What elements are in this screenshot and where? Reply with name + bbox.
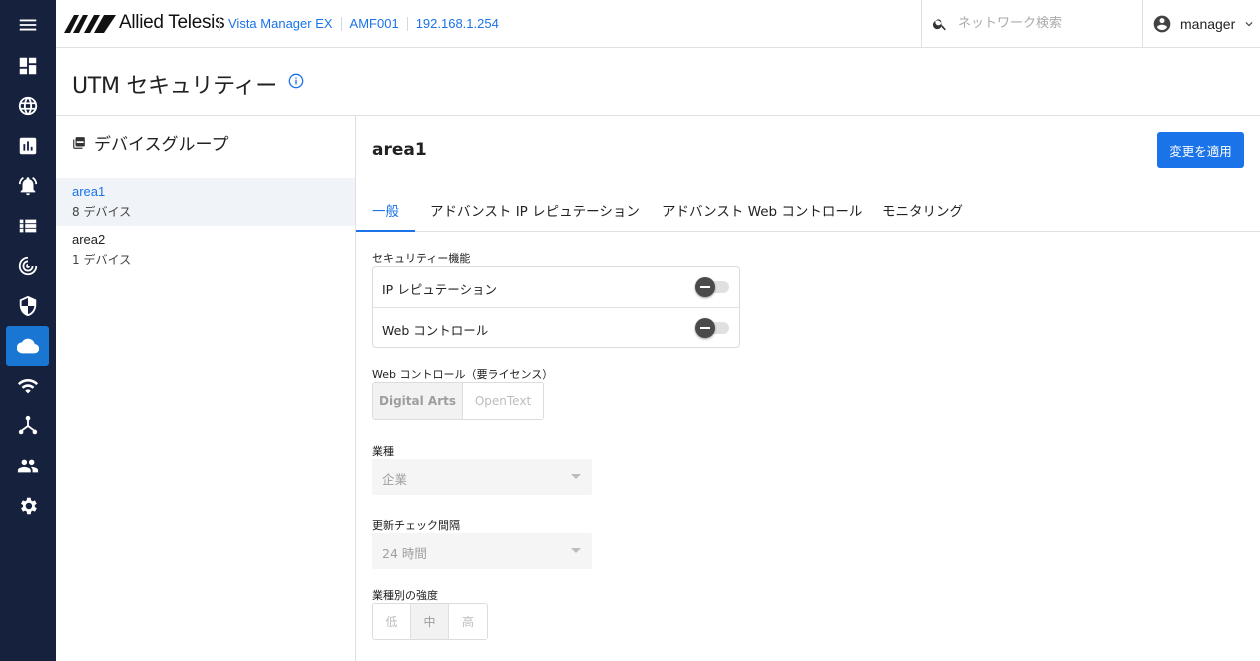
tab-general[interactable]: 一般 — [356, 190, 415, 232]
industry-strength-label: 業種別の強度 — [372, 589, 438, 602]
device-group-header: デバイスグループ — [72, 130, 228, 155]
strength-low[interactable]: 低 — [373, 604, 411, 639]
user-name: manager — [1180, 15, 1236, 32]
option-opentext[interactable]: OpenText — [463, 383, 543, 419]
apply-changes-button[interactable]: 変更を適用 — [1157, 132, 1244, 168]
topology-icon[interactable] — [6, 406, 49, 446]
globe-icon[interactable] — [6, 86, 49, 126]
tab-bar: 一般 アドバンスト IP レピュテーション アドバンスト Web コントロール … — [356, 190, 1260, 232]
security-features-box: IP レピュテーション Web コントロール — [372, 266, 740, 348]
dropdown-caret-icon — [571, 548, 581, 553]
strength-high[interactable]: 高 — [449, 604, 487, 639]
wifi-icon[interactable] — [6, 366, 49, 406]
network-search — [921, 0, 1142, 47]
info-icon[interactable] — [288, 73, 304, 89]
dropdown-caret-icon — [571, 474, 581, 479]
industry-label: 業種 — [372, 445, 394, 458]
option-digital-arts[interactable]: Digital Arts — [373, 383, 463, 419]
strength-selector: 低 中 高 — [372, 603, 488, 640]
feature-row-web-control: Web コントロール — [373, 307, 739, 347]
device-group-title: デバイスグループ — [94, 135, 229, 155]
web-control-toggle[interactable] — [695, 318, 729, 338]
group-item-area1[interactable]: area1 8 デバイス — [56, 178, 355, 226]
dashboard-icon[interactable] — [6, 46, 49, 86]
search-input[interactable] — [958, 16, 1128, 31]
search-icon — [932, 18, 946, 30]
list-icon[interactable] — [6, 206, 49, 246]
page-title-bar: UTM セキュリティー — [56, 48, 1260, 116]
chart-icon[interactable] — [6, 126, 49, 166]
group-detail-panel: area1 変更を適用 一般 アドバンスト IP レピュテーション アドバンスト… — [356, 116, 1260, 661]
update-interval-label: 更新チェック間隔 — [372, 519, 460, 532]
breadcrumb-ip[interactable]: 192.168.1.254 — [406, 17, 507, 31]
users-icon[interactable] — [6, 446, 49, 486]
top-header: Allied Telesis Vista Manager EX AMF001 1… — [56, 0, 1260, 48]
allied-telesis-logo-icon — [64, 15, 116, 33]
tab-monitoring[interactable]: モニタリング — [882, 190, 963, 232]
chevron-down-icon — [1245, 21, 1253, 26]
gear-icon[interactable] — [6, 486, 49, 526]
group-title: area1 — [372, 140, 427, 160]
industry-select[interactable]: 企業 — [372, 459, 592, 495]
update-interval-select[interactable]: 24 時間 — [372, 533, 592, 569]
web-control-provider-selector: Digital Arts OpenText — [372, 382, 544, 420]
feature-label: Web コントロール — [382, 323, 489, 338]
radar-icon[interactable] — [6, 246, 49, 286]
feature-row-ip-reputation: IP レピュテーション — [373, 267, 739, 307]
group-device-count: 8 デバイス — [72, 205, 132, 219]
breadcrumb: Vista Manager EX AMF001 192.168.1.254 — [219, 0, 507, 48]
brand-name: Allied Telesis — [119, 12, 225, 33]
update-interval-value: 24 時間 — [382, 546, 427, 561]
cloud-icon[interactable] — [6, 326, 49, 366]
industry-value: 企業 — [382, 472, 408, 487]
group-item-area2[interactable]: area2 1 デバイス — [56, 226, 355, 274]
breadcrumb-network[interactable]: AMF001 — [340, 17, 407, 31]
device-group-panel: デバイスグループ area1 8 デバイス area2 1 デバイス — [56, 116, 356, 661]
security-features-label: セキュリティー機能 — [372, 252, 471, 265]
group-device-count: 1 デバイス — [72, 253, 132, 267]
user-menu[interactable]: manager — [1142, 0, 1260, 47]
brand-logo[interactable]: Allied Telesis — [64, 11, 225, 35]
breadcrumb-app[interactable]: Vista Manager EX — [219, 17, 341, 31]
group-stack-icon — [73, 136, 85, 149]
alarm-icon[interactable] — [6, 166, 49, 206]
shield-icon[interactable] — [6, 286, 49, 326]
account-circle-icon — [1153, 15, 1171, 32]
left-nav-rail — [0, 0, 56, 661]
web-control-license-label: Web コントロール（要ライセンス） — [372, 368, 554, 381]
page-title: UTM セキュリティー — [72, 74, 277, 99]
ip-reputation-toggle[interactable] — [695, 277, 729, 297]
strength-medium[interactable]: 中 — [411, 604, 449, 639]
group-name: area1 — [72, 184, 106, 199]
group-name: area2 — [72, 232, 106, 247]
menu-icon[interactable] — [6, 5, 49, 45]
tab-ip-reputation[interactable]: アドバンスト IP レピュテーション — [430, 190, 640, 232]
feature-label: IP レピュテーション — [382, 282, 497, 297]
tab-web-control[interactable]: アドバンスト Web コントロール — [662, 190, 862, 232]
